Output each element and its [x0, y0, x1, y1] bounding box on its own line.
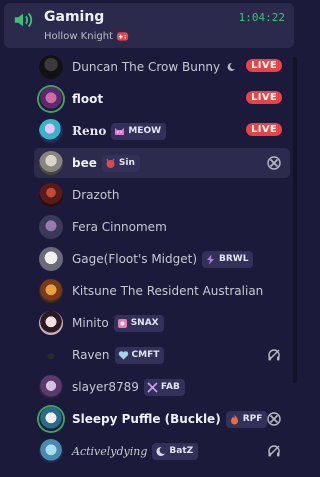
activity-label: Hollow Knight	[44, 30, 113, 42]
server-tag-label: Sin	[118, 158, 135, 168]
voice-user-row[interactable]: Activelydying BatZ	[34, 436, 290, 466]
xbox-icon	[267, 156, 281, 170]
heart-icon	[118, 350, 128, 359]
username: Fera Cinnomem	[72, 220, 167, 234]
username: Gage(Floot's Midget)	[72, 252, 198, 266]
avatar	[39, 311, 63, 335]
avatar	[39, 183, 63, 207]
server-tag-label: MEOW	[128, 126, 162, 136]
username: Raven	[72, 348, 110, 362]
username: slayer8789	[72, 380, 139, 394]
voice-user-row[interactable]: slayer8789 FAB	[34, 372, 290, 402]
avatar	[39, 439, 63, 463]
server-tag: CMFT	[114, 346, 165, 364]
server-tag: RPF	[225, 410, 268, 428]
xbox-icon	[267, 412, 281, 426]
cat-icon	[115, 127, 125, 135]
server-tag: SNAX	[113, 314, 164, 332]
moon-icon	[227, 62, 236, 71]
username: Activelydying	[72, 444, 148, 458]
server-tag: BatZ	[152, 442, 199, 460]
username: Drazoth	[72, 188, 120, 202]
live-badge: LIVE	[246, 91, 282, 104]
voice-user-row[interactable]: bee Sin	[34, 148, 290, 178]
server-tag-label: BatZ	[169, 446, 194, 456]
username: Duncan The Crow Bunny	[72, 60, 221, 74]
avatar	[39, 55, 63, 79]
avatar	[39, 279, 63, 303]
speaker-icon	[14, 12, 33, 28]
username: Minito	[72, 316, 109, 330]
voice-user-row[interactable]: Reno MEOW LIVE	[34, 116, 290, 146]
lightning-icon	[207, 254, 215, 264]
live-badge: LIVE	[246, 123, 282, 136]
server-tag-label: CMFT	[131, 350, 160, 360]
devil-icon	[106, 158, 115, 168]
game-controller-icon	[116, 32, 129, 41]
server-tag-label: BRWL	[219, 254, 249, 264]
server-tag-label: SNAX	[130, 318, 159, 328]
username: bee	[72, 156, 97, 170]
avatar	[39, 87, 63, 111]
flame-icon	[230, 414, 238, 424]
moon-icon	[156, 446, 166, 456]
username: Kitsune The Resident Australian	[72, 284, 264, 298]
server-tag-label: RPF	[242, 414, 263, 424]
snack-icon	[117, 318, 127, 328]
avatar	[39, 407, 63, 431]
swords-icon	[147, 381, 158, 393]
server-tag: Sin	[101, 154, 140, 172]
server-tag: BRWL	[202, 250, 254, 268]
live-badge: LIVE	[246, 59, 282, 72]
avatar	[39, 151, 63, 175]
deafened-icon	[268, 445, 280, 457]
username: Reno	[72, 124, 107, 138]
avatar	[39, 343, 63, 367]
voice-user-row[interactable]: Minito SNAX	[34, 308, 290, 338]
voice-user-row[interactable]: Kitsune The Resident Australian	[34, 276, 290, 306]
call-timer: 1:04:22	[238, 11, 285, 24]
server-tag: MEOW	[111, 122, 167, 140]
avatar	[39, 215, 63, 239]
voice-user-row[interactable]: Duncan The Crow Bunny LIVE	[34, 52, 290, 82]
voice-user-row[interactable]: Raven CMFT	[34, 340, 290, 370]
channel-name: Gaming	[44, 9, 105, 25]
avatar	[39, 247, 63, 271]
voice-user-row[interactable]: Gage(Floot's Midget) BRWL	[34, 244, 290, 274]
username: Sleepy Puffle (Buckle)	[72, 412, 221, 426]
avatar	[39, 375, 63, 399]
voice-user-row[interactable]: Sleepy Puffle (Buckle) RPF	[34, 404, 290, 434]
username: floot	[72, 92, 104, 106]
voice-channel-header[interactable]: Gaming 1:04:22 Hollow Knight	[4, 3, 294, 48]
voice-user-row[interactable]: Fera Cinnomem	[34, 212, 290, 242]
channel-activity: Hollow Knight	[44, 30, 129, 42]
voice-user-row[interactable]: Drazoth	[34, 180, 290, 210]
deafened-icon	[268, 349, 280, 361]
server-tag: FAB	[143, 378, 185, 396]
avatar	[39, 119, 63, 143]
voice-user-row[interactable]: floot LIVE	[34, 84, 290, 114]
scrollbar[interactable]	[293, 57, 297, 383]
server-tag-label: FAB	[160, 382, 180, 392]
